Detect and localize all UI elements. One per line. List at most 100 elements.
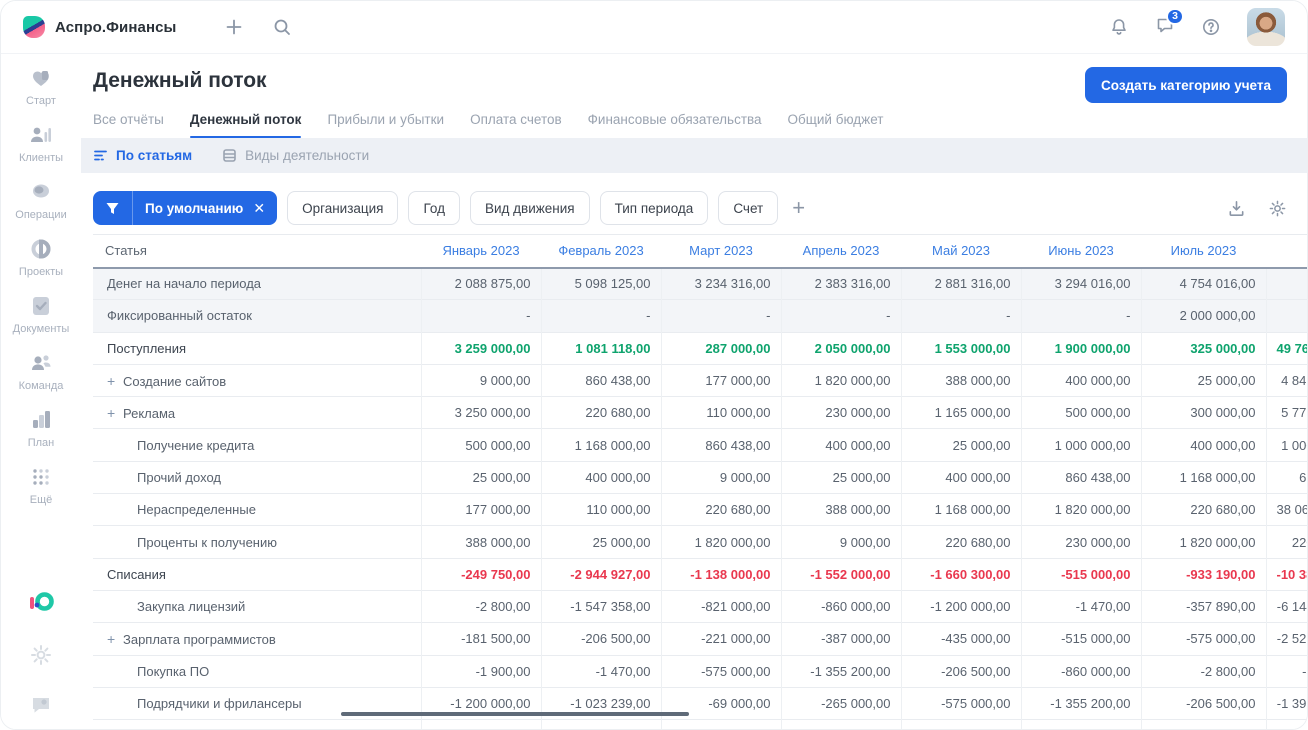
table-row[interactable]: + Создание сайтов 9 000,00 860 438,00 177 00… [93,363,1307,397]
value-cell[interactable]: - [900,299,1021,333]
value-cell[interactable]: -1 355 200,00 [1020,686,1141,720]
add-filter-button[interactable]: + [788,197,809,219]
value-cell[interactable]: 5 098 125,00 [540,267,661,300]
filter-button-movement-type[interactable]: Вид движения [469,191,590,225]
saldo-cell[interactable]: - [1265,299,1307,333]
value-cell[interactable]: -1 200 000,00 [900,589,1021,623]
value-cell[interactable]: -515 000,00 [1020,557,1141,591]
table-row[interactable]: Получение кредита 500 000,00 1 168 000,00 8… [93,428,1307,462]
value-cell[interactable]: -860 000,00 [1020,654,1141,688]
horizontal-scrollbar[interactable] [341,712,689,716]
value-cell[interactable]: 1 820 000,00 [660,525,781,559]
value-cell[interactable]: - [1020,299,1141,333]
saldo-cell[interactable]: 49 760 118,00 [1265,331,1307,365]
value-cell[interactable]: -221 000,00 [660,622,781,656]
column-header-month[interactable]: Июль 2023 [1141,234,1266,269]
saldo-cell[interactable]: -10 383 367,00 [1265,557,1307,591]
column-header-month[interactable]: Апрель 2023 [781,234,901,269]
subtab-by-articles[interactable]: По статьям [93,148,192,163]
value-cell[interactable]: -933 190,00 [1140,557,1266,591]
saldo-cell[interactable]: - [1265,267,1307,300]
saldo-cell[interactable]: -2 521 000,00 [1265,622,1307,656]
saldo-cell[interactable]: -1 392 239,00 [1265,686,1307,720]
table-row[interactable]: Нераспределенные 177 000,00 110 000,00 220 … [93,493,1307,526]
value-cell[interactable]: -1 552 000,00 [780,557,901,591]
settings-icon[interactable] [29,643,53,667]
table-row[interactable]: Поступления 3 259 000,00 1 081 118,00 287 0… [93,331,1307,365]
value-cell[interactable]: 4 754 016,00 [1140,267,1266,300]
value-cell[interactable]: 3 250 000,00 [420,396,541,429]
value-cell[interactable]: 1 168 000,00 [900,493,1021,526]
article-cell[interactable]: +Зарплата программистов [93,622,421,656]
value-cell[interactable]: 1 081 118,00 [540,331,661,365]
value-cell[interactable]: 2 881 316,00 [900,267,1021,300]
value-cell[interactable]: -1 547 358,00 [540,719,661,729]
help-icon[interactable] [1201,17,1221,37]
value-cell[interactable]: 388 000,00 [420,525,541,559]
table-row[interactable]: Проценты к получению 388 000,00 25 000,00 1… [93,525,1307,559]
value-cell[interactable]: 3 259 000,00 [420,331,541,365]
value-cell[interactable]: 220 680,00 [900,525,1021,559]
value-cell[interactable]: 177 000,00 [660,363,781,397]
tab-all-reports[interactable]: Все отчёты [93,112,164,138]
table-row[interactable]: Подрядчики и фрилансеры -1 200 000,00 -1 0… [93,686,1307,720]
saldo-cell[interactable]: 5 775 680,00 [1265,396,1307,429]
tab-invoice-payment[interactable]: Оплата счетов [470,112,562,138]
column-header-month[interactable]: Февраль 2023 [541,234,661,269]
sidebar-item-plan[interactable]: План [28,407,54,449]
value-cell[interactable]: 287 000,00 [660,331,781,365]
article-cell[interactable]: Денег на начало периода [93,267,421,300]
value-cell[interactable]: -435 000,00 [900,622,1021,656]
value-cell[interactable]: 1 900 000,00 [1020,331,1141,365]
aspro-bottom-logo[interactable] [26,587,56,617]
value-cell[interactable]: 860 438,00 [660,428,781,462]
value-cell[interactable]: 25 000,00 [780,460,901,494]
value-cell[interactable]: -1 200 000,00 [900,719,1021,729]
sidebar-item-more[interactable]: Ещё [28,464,54,506]
article-cell[interactable]: Проценты к получению [93,525,421,559]
article-cell[interactable]: +Зарплата программистов [93,719,421,729]
value-cell[interactable]: -575 000,00 [900,686,1021,720]
tab-cash-flow[interactable]: Денежный поток [189,112,301,138]
table-row[interactable]: Списания -249 750,00 -2 944 927,00 -1 138 0… [93,557,1307,591]
value-cell[interactable]: -1 547 358,00 [540,589,661,623]
value-cell[interactable]: 230 000,00 [780,396,901,429]
article-cell[interactable]: Получение кредита [93,428,421,462]
value-cell[interactable]: 1 553 000,00 [900,331,1021,365]
value-cell[interactable]: -1 138 000,00 [660,557,781,591]
saldo-cell[interactable]: -3 370,00 [1265,654,1307,688]
app-logo[interactable] [23,16,45,38]
tab-general-budget[interactable]: Общий бюджет [788,112,884,138]
value-cell[interactable]: -1 355 200,00 [780,654,901,688]
support-chat-icon[interactable] [29,693,53,717]
value-cell[interactable]: -2 944 927,00 [540,557,661,591]
value-cell[interactable]: -575 000,00 [1140,622,1266,656]
value-cell[interactable]: -249 750,00 [420,557,541,591]
value-cell[interactable]: 860 438,00 [1020,460,1141,494]
expand-row-icon[interactable]: + [107,373,123,389]
filter-button-account[interactable]: Счет [718,191,779,225]
value-cell[interactable]: 400 000,00 [900,460,1021,494]
value-cell[interactable]: -860 000,00 [780,719,901,729]
sidebar-item-projects[interactable]: Проекты [19,236,63,278]
value-cell[interactable]: 110 000,00 [660,396,781,429]
value-cell[interactable]: -1 470,00 [1020,589,1141,623]
value-cell[interactable]: 9 000,00 [660,460,781,494]
article-cell[interactable]: Фиксированный остаток [93,299,421,333]
value-cell[interactable]: - [780,299,901,333]
value-cell[interactable]: 1 820 000,00 [780,363,901,397]
value-cell[interactable]: 1 168 000,00 [540,428,661,462]
article-cell[interactable]: Покупка ПО [93,654,421,688]
value-cell[interactable]: -2 800,00 [420,719,541,729]
tab-financial-obligations[interactable]: Финансовые обязательства [588,112,762,138]
tab-profit-loss[interactable]: Прибыли и убытки [327,112,444,138]
search-icon[interactable] [272,17,292,37]
value-cell[interactable]: -1 900,00 [420,654,541,688]
value-cell[interactable]: -265 000,00 [780,686,901,720]
value-cell[interactable]: 220 680,00 [660,493,781,526]
article-cell[interactable]: Нераспределенные [93,493,421,526]
saldo-cell[interactable]: 1 000 000,00 [1265,428,1307,462]
column-header-month[interactable]: Март 2023 [661,234,781,269]
value-cell[interactable]: 2 000 000,00 [1140,299,1266,333]
value-cell[interactable]: 2 050 000,00 [780,331,901,365]
